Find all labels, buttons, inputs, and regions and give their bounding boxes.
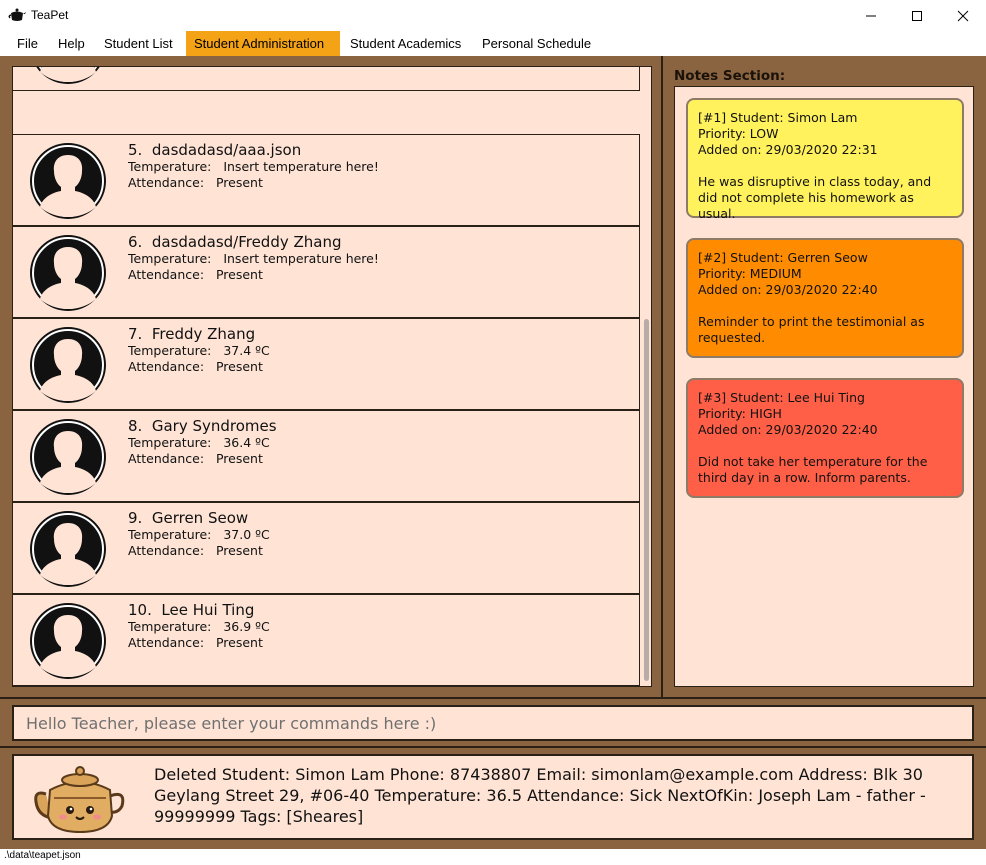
teapot-mascot-icon	[34, 766, 125, 834]
menu-personal-schedule[interactable]: Personal Schedule	[474, 31, 599, 56]
menu-help[interactable]: Help	[50, 31, 93, 56]
note-content: He was disruptive in class today, and di…	[698, 174, 936, 221]
close-icon	[957, 10, 969, 21]
person-silhouette-icon	[30, 511, 106, 587]
student-card[interactable]: 10. Lee Hui Ting Temperature: 36.9 ºC Atte…	[13, 594, 640, 686]
section-divider	[0, 746, 986, 748]
student-attendance: Attendance: Present	[128, 635, 263, 650]
note-added: Added on: 29/03/2020 22:40	[698, 282, 878, 297]
note-added: Added on: 29/03/2020 22:31	[698, 142, 878, 157]
menu-student-academics[interactable]: Student Academics	[342, 31, 469, 56]
student-card[interactable]: 8. Gary Syndromes Temperature: 36.4 ºC Att…	[13, 410, 640, 502]
person-silhouette-icon	[36, 67, 100, 84]
student-card[interactable]: 6. dasdadasd/Freddy Zhang Temperature: In…	[13, 226, 640, 318]
student-name: 9. Gerren Seow	[128, 509, 249, 527]
maximize-icon	[912, 10, 922, 21]
student-attendance: Attendance: Present	[128, 175, 263, 190]
person-silhouette-icon	[30, 603, 106, 679]
app-title: TeaPet	[31, 8, 69, 22]
menu-file[interactable]: File	[9, 31, 46, 56]
note-priority: Priority: HIGH	[698, 406, 782, 421]
result-text: Deleted Student: Simon Lam Phone: 874388…	[154, 765, 926, 826]
notes-section-title: Notes Section:	[674, 68, 786, 84]
person-silhouette-icon	[30, 235, 106, 311]
maximize-button[interactable]	[894, 0, 940, 31]
student-attendance: Attendance: Present	[128, 267, 263, 282]
pane-divider[interactable]	[661, 56, 663, 697]
student-name: 7. Freddy Zhang	[128, 325, 256, 343]
command-box[interactable]	[12, 705, 974, 741]
student-temperature: Temperature: 37.0 ºC	[128, 527, 270, 542]
result-display: Deleted Student: Simon Lam Phone: 874388…	[12, 754, 974, 840]
menu-student-administration[interactable]: Student Administration	[186, 31, 340, 56]
student-list-scrollbar[interactable]	[641, 67, 651, 686]
student-attendance: Attendance: Present	[128, 451, 263, 466]
student-name: 6. dasdadasd/Freddy Zhang	[128, 233, 342, 251]
note-header: [#2] Student: Gerren Seow	[698, 250, 868, 265]
student-list-panel[interactable]: Temperature: Insert temperature here!Att…	[12, 66, 652, 687]
teapot-icon	[8, 8, 26, 21]
student-temperature: Temperature: 36.9 ºC	[128, 619, 270, 634]
student-card[interactable]: 5. dasdadasd/aaa.json Temperature: Insert…	[13, 134, 640, 226]
student-card[interactable]: 7. Freddy Zhang Temperature: 37.4 ºC Atten…	[13, 318, 640, 410]
note-header: [#1] Student: Simon Lam	[698, 110, 858, 125]
scrollbar-thumb[interactable]	[644, 319, 649, 681]
command-input[interactable]	[26, 707, 956, 739]
close-button[interactable]	[940, 0, 986, 31]
student-temperature: Temperature: 37.4 ºC	[128, 343, 270, 358]
note-priority: Priority: MEDIUM	[698, 266, 802, 281]
note-added: Added on: 29/03/2020 22:40	[698, 422, 878, 437]
student-name: 8. Gary Syndromes	[128, 417, 277, 435]
person-silhouette-icon	[30, 143, 106, 219]
person-silhouette-icon	[30, 327, 106, 403]
note-card[interactable]: [#2] Student: Gerren Seow Priority: MEDI…	[686, 238, 964, 358]
student-temperature: Temperature: Insert temperature here!	[128, 159, 379, 174]
student-temperature: Temperature: Insert temperature here!	[128, 251, 379, 266]
student-attendance: Attendance: Present	[128, 543, 263, 558]
section-divider	[0, 697, 986, 699]
person-silhouette-icon	[30, 419, 106, 495]
minimize-button[interactable]	[848, 0, 894, 31]
student-attendance: Attendance: Present	[128, 359, 263, 374]
note-content: Did not take her temperature for the thi…	[698, 454, 932, 485]
student-card[interactable]: Temperature: Insert temperature here!Att…	[13, 67, 640, 91]
minimize-icon	[866, 15, 876, 16]
student-name: 10. Lee Hui Ting	[128, 601, 255, 619]
note-card[interactable]: [#1] Student: Simon Lam Priority: LOW Ad…	[686, 98, 964, 221]
status-bar-path: .\data\teapet.json	[0, 849, 986, 865]
note-header: [#3] Student: Lee Hui Ting	[698, 390, 865, 405]
title-bar: TeaPet	[0, 0, 986, 31]
note-card[interactable]: [#3] Student: Lee Hui Ting Priority: HIG…	[686, 378, 964, 498]
note-priority: Priority: LOW	[698, 126, 779, 141]
note-content: Reminder to print the testimonial as req…	[698, 314, 929, 345]
student-name: 5. dasdadasd/aaa.json	[128, 141, 302, 159]
student-card[interactable]: 9. Gerren Seow Temperature: 37.0 ºC Attend…	[13, 502, 640, 594]
student-temperature: Temperature: 36.4 ºC	[128, 435, 270, 450]
menu-bar: File Help Student List Student Administr…	[0, 31, 986, 56]
notes-panel: [#1] Student: Simon Lam Priority: LOW Ad…	[674, 86, 974, 687]
menu-student-list[interactable]: Student List	[96, 31, 181, 56]
